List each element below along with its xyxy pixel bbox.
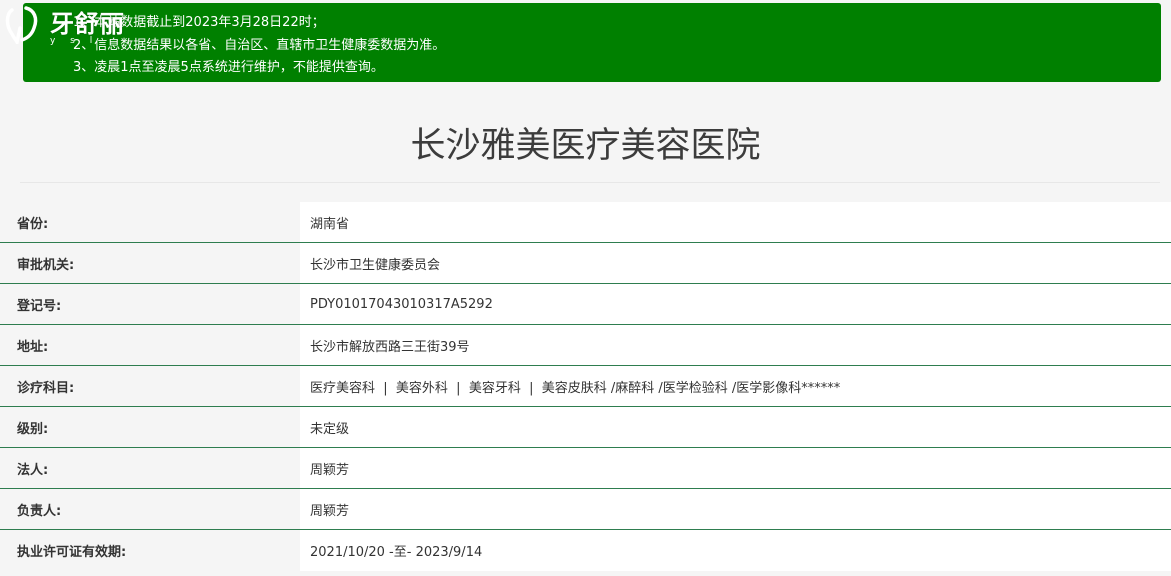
info-row-province: 省份: 湖南省 xyxy=(0,202,1171,243)
logo-name: 牙舒丽 xyxy=(50,9,125,38)
info-label: 执业许可证有效期: xyxy=(0,530,300,571)
info-label: 负责人: xyxy=(0,489,300,529)
info-row-person-in-charge: 负责人: 周颖芳 xyxy=(0,489,1171,530)
info-value: 周颖芳 xyxy=(300,448,1171,488)
logo-tagline: y s l xyxy=(50,36,99,46)
info-row-level: 级别: 未定级 xyxy=(0,407,1171,448)
title-divider xyxy=(20,182,1160,183)
info-value: 周颖芳 xyxy=(300,489,1171,529)
info-value: PDY01017043010317A5292 xyxy=(300,284,1171,324)
notice-line: 1、本站数据截止到2023年3月28日22时； xyxy=(73,15,325,30)
info-value: 长沙市解放西路三王街39号 xyxy=(300,325,1171,365)
tooth-logo-icon xyxy=(5,6,38,44)
info-label: 地址: xyxy=(0,325,300,365)
info-label: 审批机关: xyxy=(0,243,300,283)
info-label: 诊疗科目: xyxy=(0,366,300,406)
notice-line: 2、信息数据结果以各省、自治区、直辖市卫生健康委数据为准。 xyxy=(73,37,446,53)
notice-line: 3、凌晨1点至凌晨5点系统进行维护，不能提供查询。 xyxy=(73,60,384,75)
info-label: 登记号: xyxy=(0,284,300,324)
site-logo[interactable]: 牙舒丽 y s l xyxy=(0,0,140,52)
info-label: 法人: xyxy=(0,448,300,488)
info-row-address: 地址: 长沙市解放西路三王街39号 xyxy=(0,325,1171,366)
info-row-license-validity: 执业许可证有效期: 2021/10/20 -至- 2023/9/14 xyxy=(0,530,1171,571)
page-title: 长沙雅美医疗美容医院 xyxy=(410,126,761,166)
info-value: 未定级 xyxy=(300,407,1171,447)
info-row-departments: 诊疗科目: 医疗美容科 | 美容外科 | 美容牙科 | 美容皮肤科 /麻醉科 /… xyxy=(0,366,1171,407)
info-row-legal-person: 法人: 周颖芳 xyxy=(0,448,1171,489)
info-row-registration-number: 登记号: PDY01017043010317A5292 xyxy=(0,284,1171,325)
info-value: 湖南省 xyxy=(300,202,1171,242)
notice-banner: 1、本站数据截止到2023年3月28日22时； 2、信息数据结果以各省、自治区、… xyxy=(23,3,1161,82)
info-value: 2021/10/20 -至- 2023/9/14 xyxy=(300,530,1171,571)
info-label: 级别: xyxy=(0,407,300,447)
info-value: 长沙市卫生健康委员会 xyxy=(300,243,1171,283)
info-value: 医疗美容科 | 美容外科 | 美容牙科 | 美容皮肤科 /麻醉科 /医学检验科 … xyxy=(300,366,1171,406)
info-label: 省份: xyxy=(0,202,300,242)
info-row-approval-authority: 审批机关: 长沙市卫生健康委员会 xyxy=(0,243,1171,284)
hospital-info-table: 省份: 湖南省 审批机关: 长沙市卫生健康委员会 登记号: PDY0101704… xyxy=(0,202,1171,571)
